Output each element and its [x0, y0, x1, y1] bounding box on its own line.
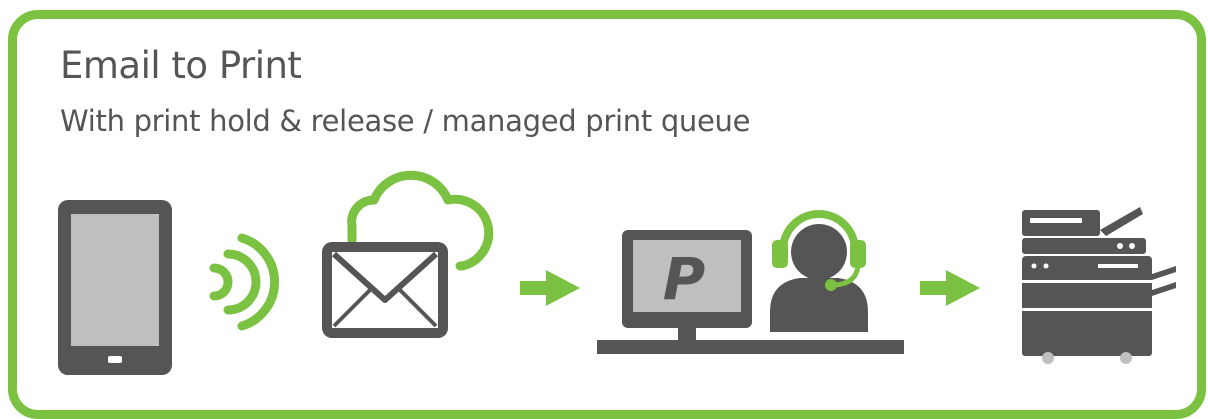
- headset-operator-icon: [770, 210, 868, 332]
- tablet-icon: [58, 200, 172, 375]
- monitor-letter: P: [663, 245, 706, 313]
- arrow-right-icon: [920, 270, 980, 306]
- arrow-right-icon: [520, 270, 580, 306]
- printer-copier-icon: [1022, 207, 1176, 364]
- envelope-icon: [322, 242, 448, 338]
- wireless-signal-icon: [209, 233, 279, 331]
- workflow-diagram: P: [58, 170, 1176, 375]
